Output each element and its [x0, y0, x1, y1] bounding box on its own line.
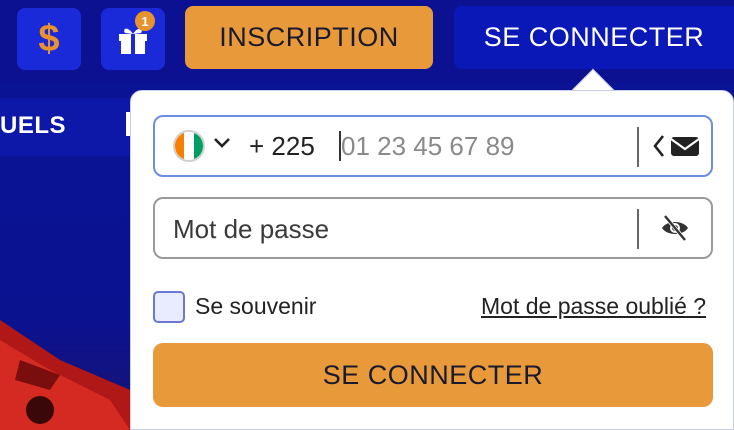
password-input[interactable] — [173, 209, 613, 249]
dollar-icon: $ — [38, 17, 60, 60]
remember-checkbox[interactable] — [153, 291, 185, 323]
chevron-down-icon[interactable] — [211, 131, 233, 153]
cote-divoire-flag-icon[interactable] — [173, 130, 205, 162]
notification-badge: 1 — [135, 11, 155, 31]
phone-field[interactable]: + 225 — [153, 115, 713, 177]
eye-off-icon[interactable] — [659, 213, 691, 243]
login-button[interactable]: SE CONNECTER — [454, 6, 734, 69]
phone-input[interactable] — [341, 127, 631, 165]
signup-button[interactable]: INSCRIPTION — [185, 6, 433, 69]
forgot-password-link[interactable]: Mot de passe oublié ? — [481, 293, 706, 320]
currency-button[interactable]: $ — [17, 8, 81, 70]
gift-button[interactable]: 1 — [101, 8, 165, 70]
remember-label[interactable]: Se souvenir — [195, 293, 316, 320]
login-popover: + 225 Se souvenir Mot de passe oublié ? … — [130, 90, 734, 430]
dial-code: + 225 — [249, 131, 315, 161]
subnav-item-label[interactable]: UELS — [0, 112, 66, 140]
password-field[interactable] — [153, 197, 713, 259]
race-car-image — [0, 320, 150, 430]
envelope-icon[interactable] — [649, 131, 705, 161]
field-divider — [637, 127, 639, 167]
field-divider — [637, 209, 639, 249]
submit-login-button[interactable]: SE CONNECTER — [153, 343, 713, 407]
